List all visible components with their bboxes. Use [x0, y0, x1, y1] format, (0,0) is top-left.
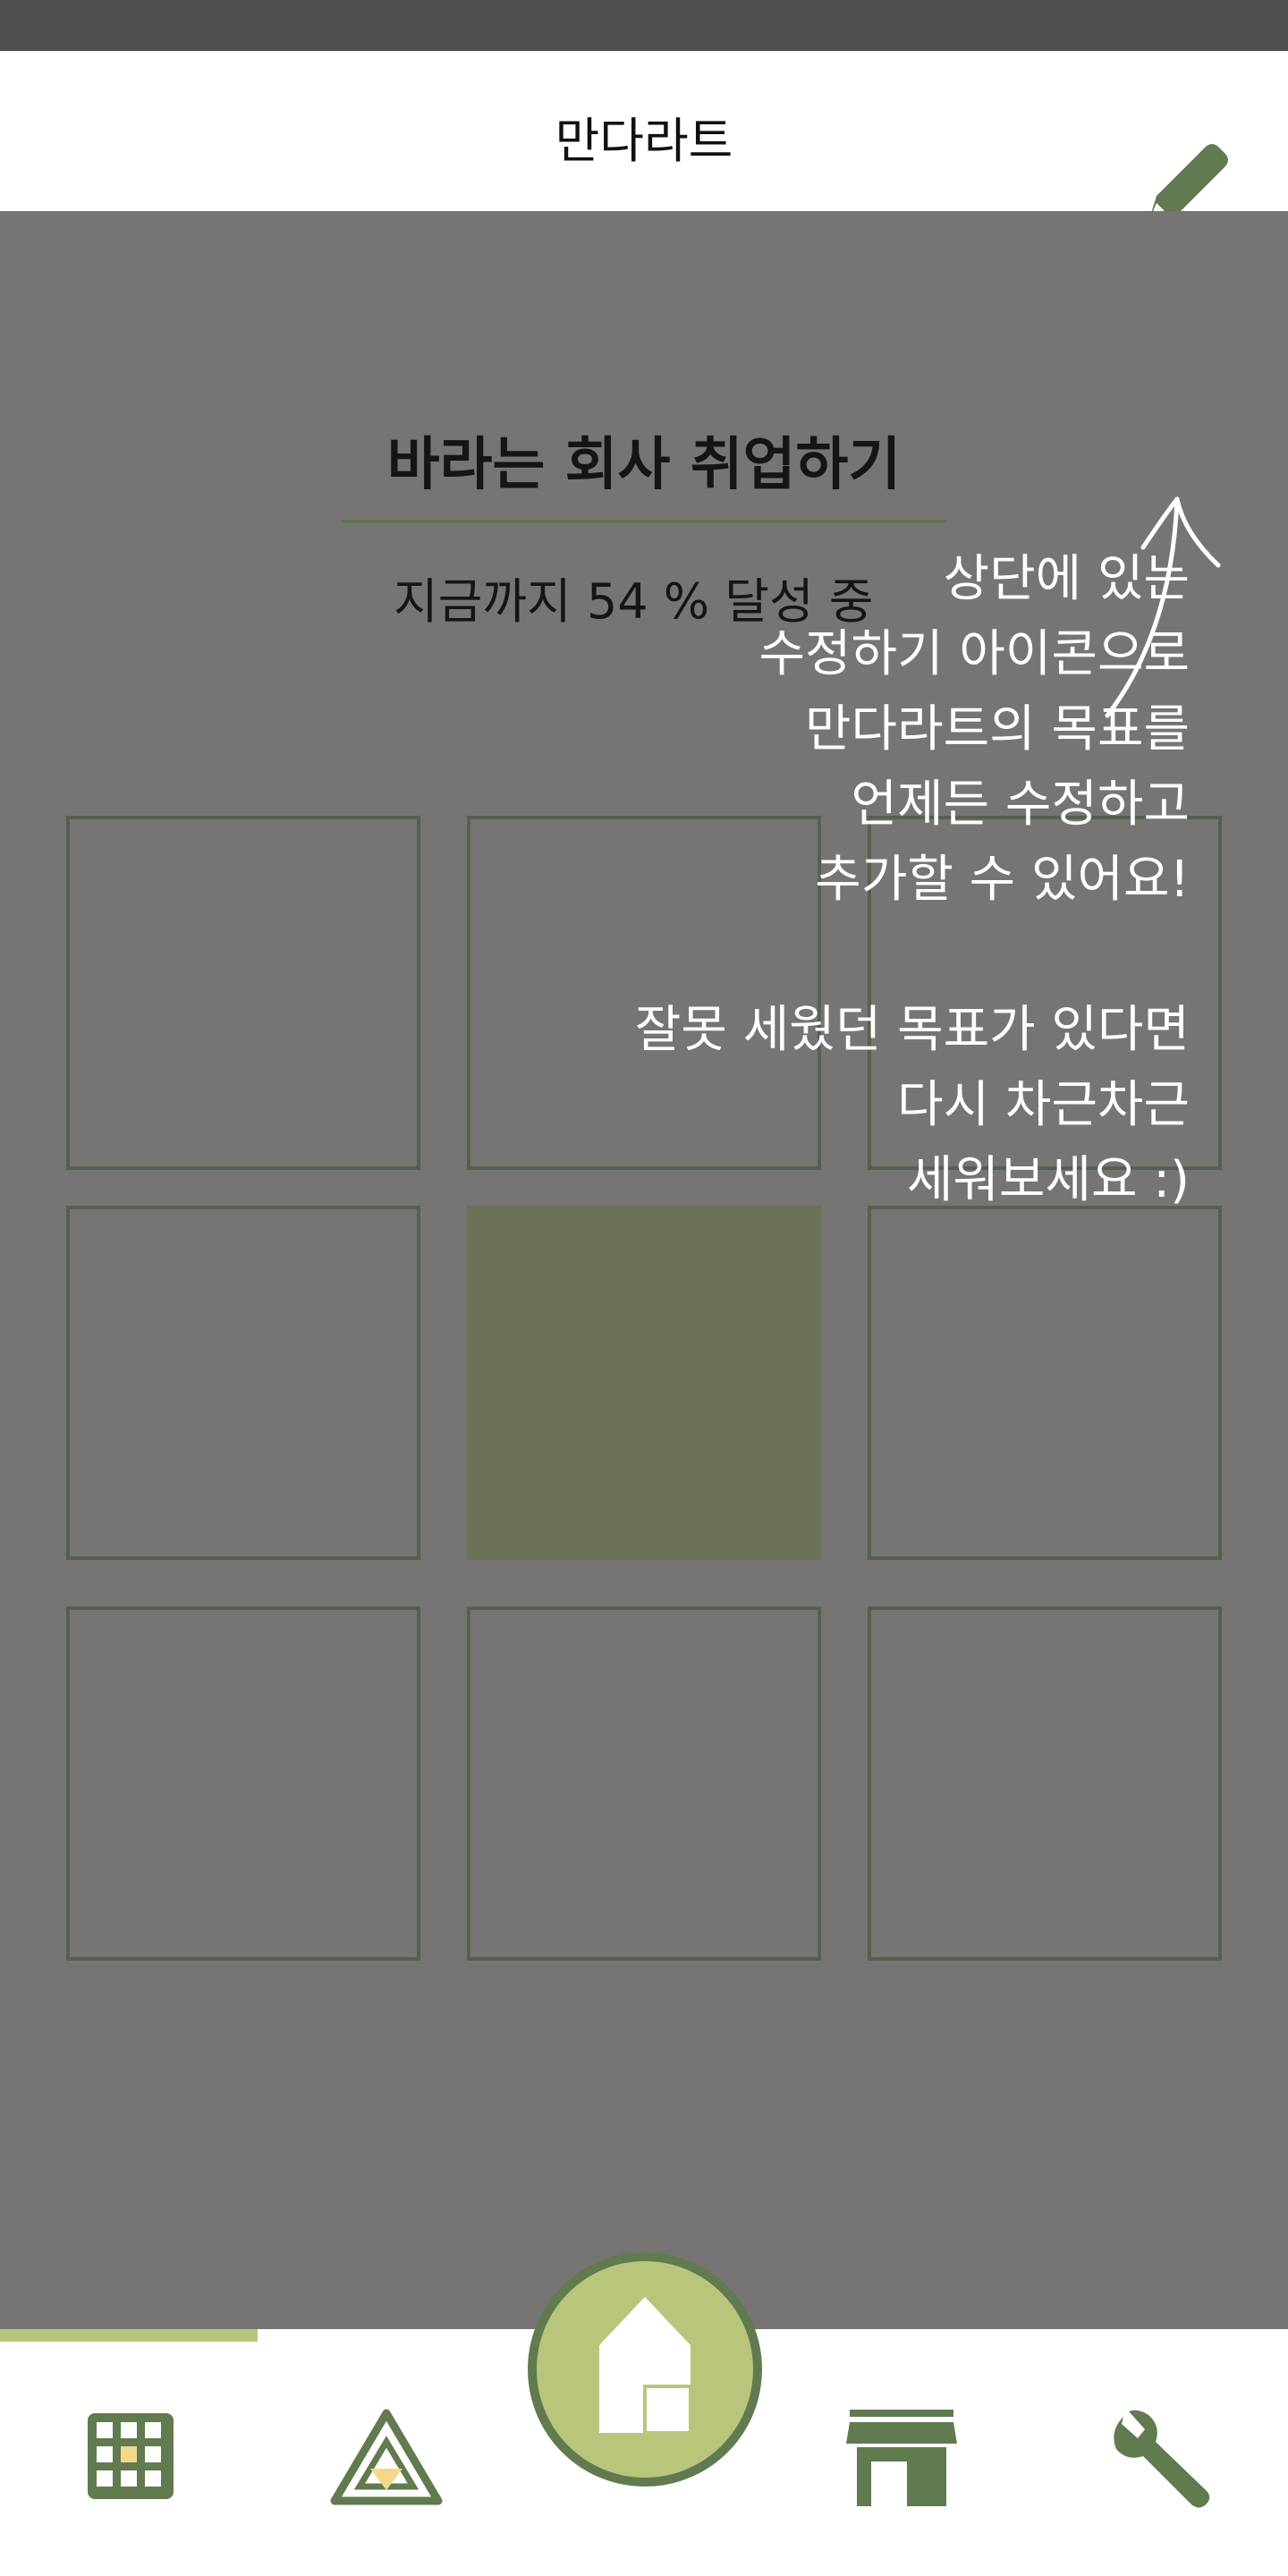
mandalart-cell[interactable] [868, 1206, 1222, 1560]
nav-item-store[interactable] [839, 2397, 964, 2522]
nav-active-indicator [0, 2329, 258, 2342]
nav-item-mandalart[interactable] [66, 2397, 191, 2522]
tutorial-line: 수정하기 아이콘으로 [758, 625, 1190, 683]
tutorial-line: 언제든 수정하고 [851, 775, 1190, 834]
mandalart-cell[interactable] [66, 816, 420, 1170]
home-icon [599, 2297, 692, 2435]
app-header: 만다라트 [0, 51, 1288, 219]
tutorial-line: 세워보세요 :) [906, 1151, 1190, 1209]
tutorial-line [456, 918, 1190, 993]
store-icon [846, 2410, 957, 2506]
wrench-icon [1114, 2410, 1210, 2508]
nav-item-settings[interactable] [1097, 2397, 1222, 2522]
mandalart-cell[interactable] [66, 1606, 420, 1961]
mandalart-cell[interactable] [868, 1606, 1222, 1961]
status-bar [0, 0, 1288, 51]
tutorial-line: 추가할 수 있어요! [815, 851, 1190, 909]
triangle-icon [330, 2409, 443, 2505]
mandalart-board: 바라는 회사 취업하기 지금까지 54 % 달성 중 상단에 있는 수정하기 아… [0, 211, 1288, 2329]
tutorial-line: 다시 차근차근 [897, 1076, 1190, 1134]
tutorial-line: 상단에 있는 [943, 550, 1190, 608]
tutorial-line: 만다라트의 목표를 [805, 700, 1190, 758]
nav-item-triangle[interactable] [324, 2397, 449, 2522]
mandalart-center-cell[interactable] [467, 1206, 821, 1560]
mandalart-cell[interactable] [66, 1206, 420, 1560]
tutorial-overlay-text: 상단에 있는 수정하기 아이콘으로 만다라트의 목표를 언제든 수정하고 추가할… [456, 542, 1190, 1218]
mandalart-cell[interactable] [467, 1606, 821, 1961]
grid-icon [88, 2413, 174, 2499]
page-title: 만다라트 [555, 113, 733, 169]
tutorial-line: 잘못 세웠던 목표가 있다면 [634, 1001, 1190, 1059]
goal-underline [342, 520, 946, 523]
home-button[interactable] [528, 2252, 762, 2487]
